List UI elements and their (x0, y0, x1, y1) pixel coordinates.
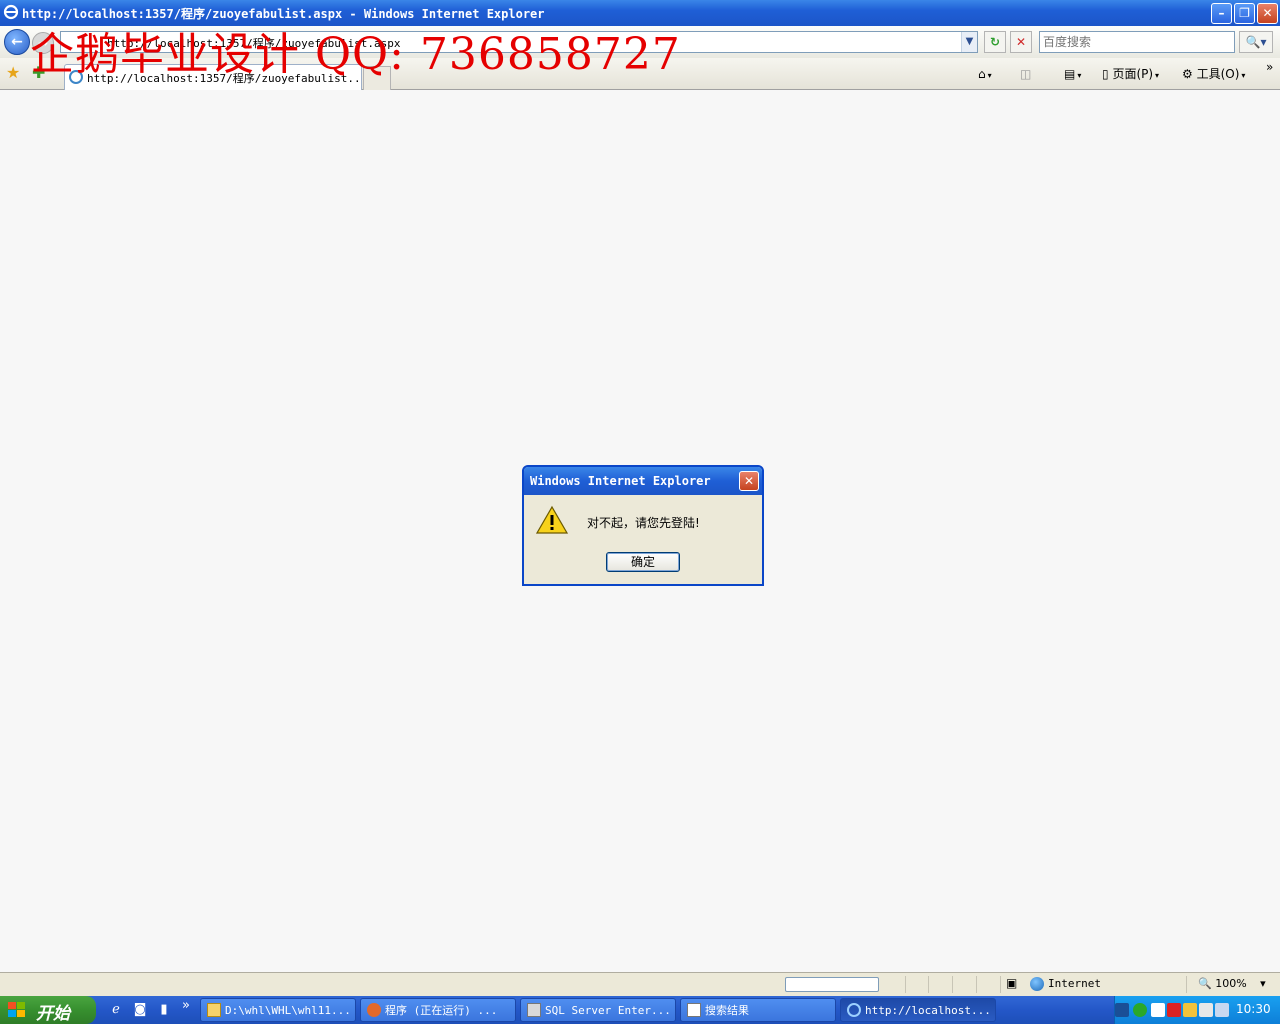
warning-icon (536, 505, 568, 534)
ie-icon (847, 1003, 861, 1017)
zone-label: Internet (1048, 977, 1101, 990)
status-divider (1000, 976, 1001, 993)
status-divider (1186, 976, 1187, 993)
ok-button[interactable]: 确定 (606, 552, 680, 572)
tray-app-icon[interactable] (1183, 1003, 1197, 1017)
printer-icon: ▤ (1064, 67, 1076, 81)
tray-app-icon[interactable] (1133, 1003, 1147, 1017)
ie-quicklaunch-icon[interactable]: ℯ (108, 1002, 124, 1018)
chevron-down-icon: ▾ (1260, 977, 1266, 990)
taskbar: 开始 ℯ ◙ ▮ » D:\whl\WHL\whl11... 程序 (正在运行)… (0, 996, 1280, 1024)
sql-server-icon (527, 1003, 541, 1017)
refresh-button[interactable]: ↻ (984, 31, 1006, 53)
start-button[interactable]: 开始 (0, 996, 96, 1024)
taskbar-item-folder[interactable]: D:\whl\WHL\whl11... (200, 998, 356, 1022)
status-divider (928, 976, 929, 993)
taskbar-item-search-results[interactable]: 搜索结果 (680, 998, 836, 1022)
taskbar-item-visual-studio[interactable]: 程序 (正在运行) ... (360, 998, 516, 1022)
clock: 10:30 (1236, 1002, 1271, 1016)
alert-dialog: Windows Internet Explorer ✕ 对不起，请您先登陆! 确… (522, 465, 764, 586)
taskbar-item-ie[interactable]: http://localhost... (840, 998, 996, 1022)
status-bar: ▣ Internet 🔍 100% ▾ (0, 972, 1280, 996)
close-button[interactable]: ✕ (1257, 3, 1278, 24)
restore-button[interactable]: ❐ (1234, 3, 1255, 24)
back-button[interactable]: ← (4, 29, 30, 55)
status-divider (952, 976, 953, 993)
page-menu[interactable]: ▯ 页面(P) ▾ (1102, 65, 1159, 83)
search-results-icon (687, 1003, 701, 1017)
print-button[interactable]: ▤ ▾ (1064, 65, 1081, 83)
desktop-quicklaunch-icon[interactable]: ◙ (132, 1002, 148, 1018)
minimize-button[interactable]: – (1211, 3, 1232, 24)
network-icon[interactable] (1215, 1003, 1229, 1017)
dialog-close-button[interactable]: ✕ (739, 471, 759, 491)
watermark-text: 企鹅毕业设计 QQ: 736858727 (30, 29, 681, 80)
dialog-title: Windows Internet Explorer (530, 474, 711, 488)
rss-feed-icon: ◫ (1020, 67, 1032, 81)
protected-mode-icon[interactable]: ▣ (1006, 976, 1017, 990)
page-icon: ▯ (1102, 67, 1109, 81)
tools-menu-label: 工具(O) (1196, 67, 1240, 81)
windows-flag-icon (8, 1002, 25, 1017)
search-box[interactable] (1039, 31, 1235, 53)
search-input[interactable] (1043, 33, 1233, 51)
ie-logo-icon (3, 4, 19, 20)
zoom-control[interactable]: 🔍 100% ▾ (1198, 977, 1266, 990)
zoom-icon: 🔍 (1198, 977, 1212, 990)
page-menu-label: 页面(P) (1112, 67, 1154, 81)
tools-menu[interactable]: ⚙ 工具(O) ▾ (1182, 65, 1245, 83)
folder-icon (207, 1003, 221, 1017)
keyboard-icon[interactable] (1115, 1003, 1129, 1017)
home-icon: ⌂ (978, 67, 986, 81)
taskbar-item-sql-server[interactable]: SQL Server Enter... (520, 998, 676, 1022)
zoom-level: 100% (1215, 977, 1247, 990)
search-button[interactable]: 🔍▾ (1239, 31, 1273, 53)
start-label: 开始 (36, 1004, 70, 1024)
progress-bar (785, 977, 879, 992)
favorites-star-icon[interactable]: ★ (6, 64, 24, 82)
feeds-button[interactable]: ◫ (1020, 65, 1031, 83)
quicklaunch-more-button[interactable]: » (178, 998, 194, 1014)
tray-app-icon[interactable] (1151, 1003, 1165, 1017)
status-divider (976, 976, 977, 993)
gear-icon: ⚙ (1182, 67, 1193, 81)
home-button[interactable]: ⌂ ▾ (978, 65, 992, 83)
visual-studio-icon (367, 1003, 381, 1017)
more-commands-button[interactable]: » (1266, 58, 1273, 76)
stop-button[interactable]: ✕ (1010, 31, 1032, 53)
internet-zone-globe-icon (1030, 977, 1044, 991)
address-dropdown-button[interactable]: ▼ (961, 32, 977, 52)
dialog-title-bar: Windows Internet Explorer ✕ (524, 467, 762, 495)
status-divider (905, 976, 906, 993)
dialog-message: 对不起，请您先登陆! (587, 516, 700, 530)
network-icon[interactable] (1199, 1003, 1213, 1017)
tray-app-icon[interactable] (1167, 1003, 1181, 1017)
app-quicklaunch-icon[interactable]: ▮ (156, 1002, 172, 1018)
